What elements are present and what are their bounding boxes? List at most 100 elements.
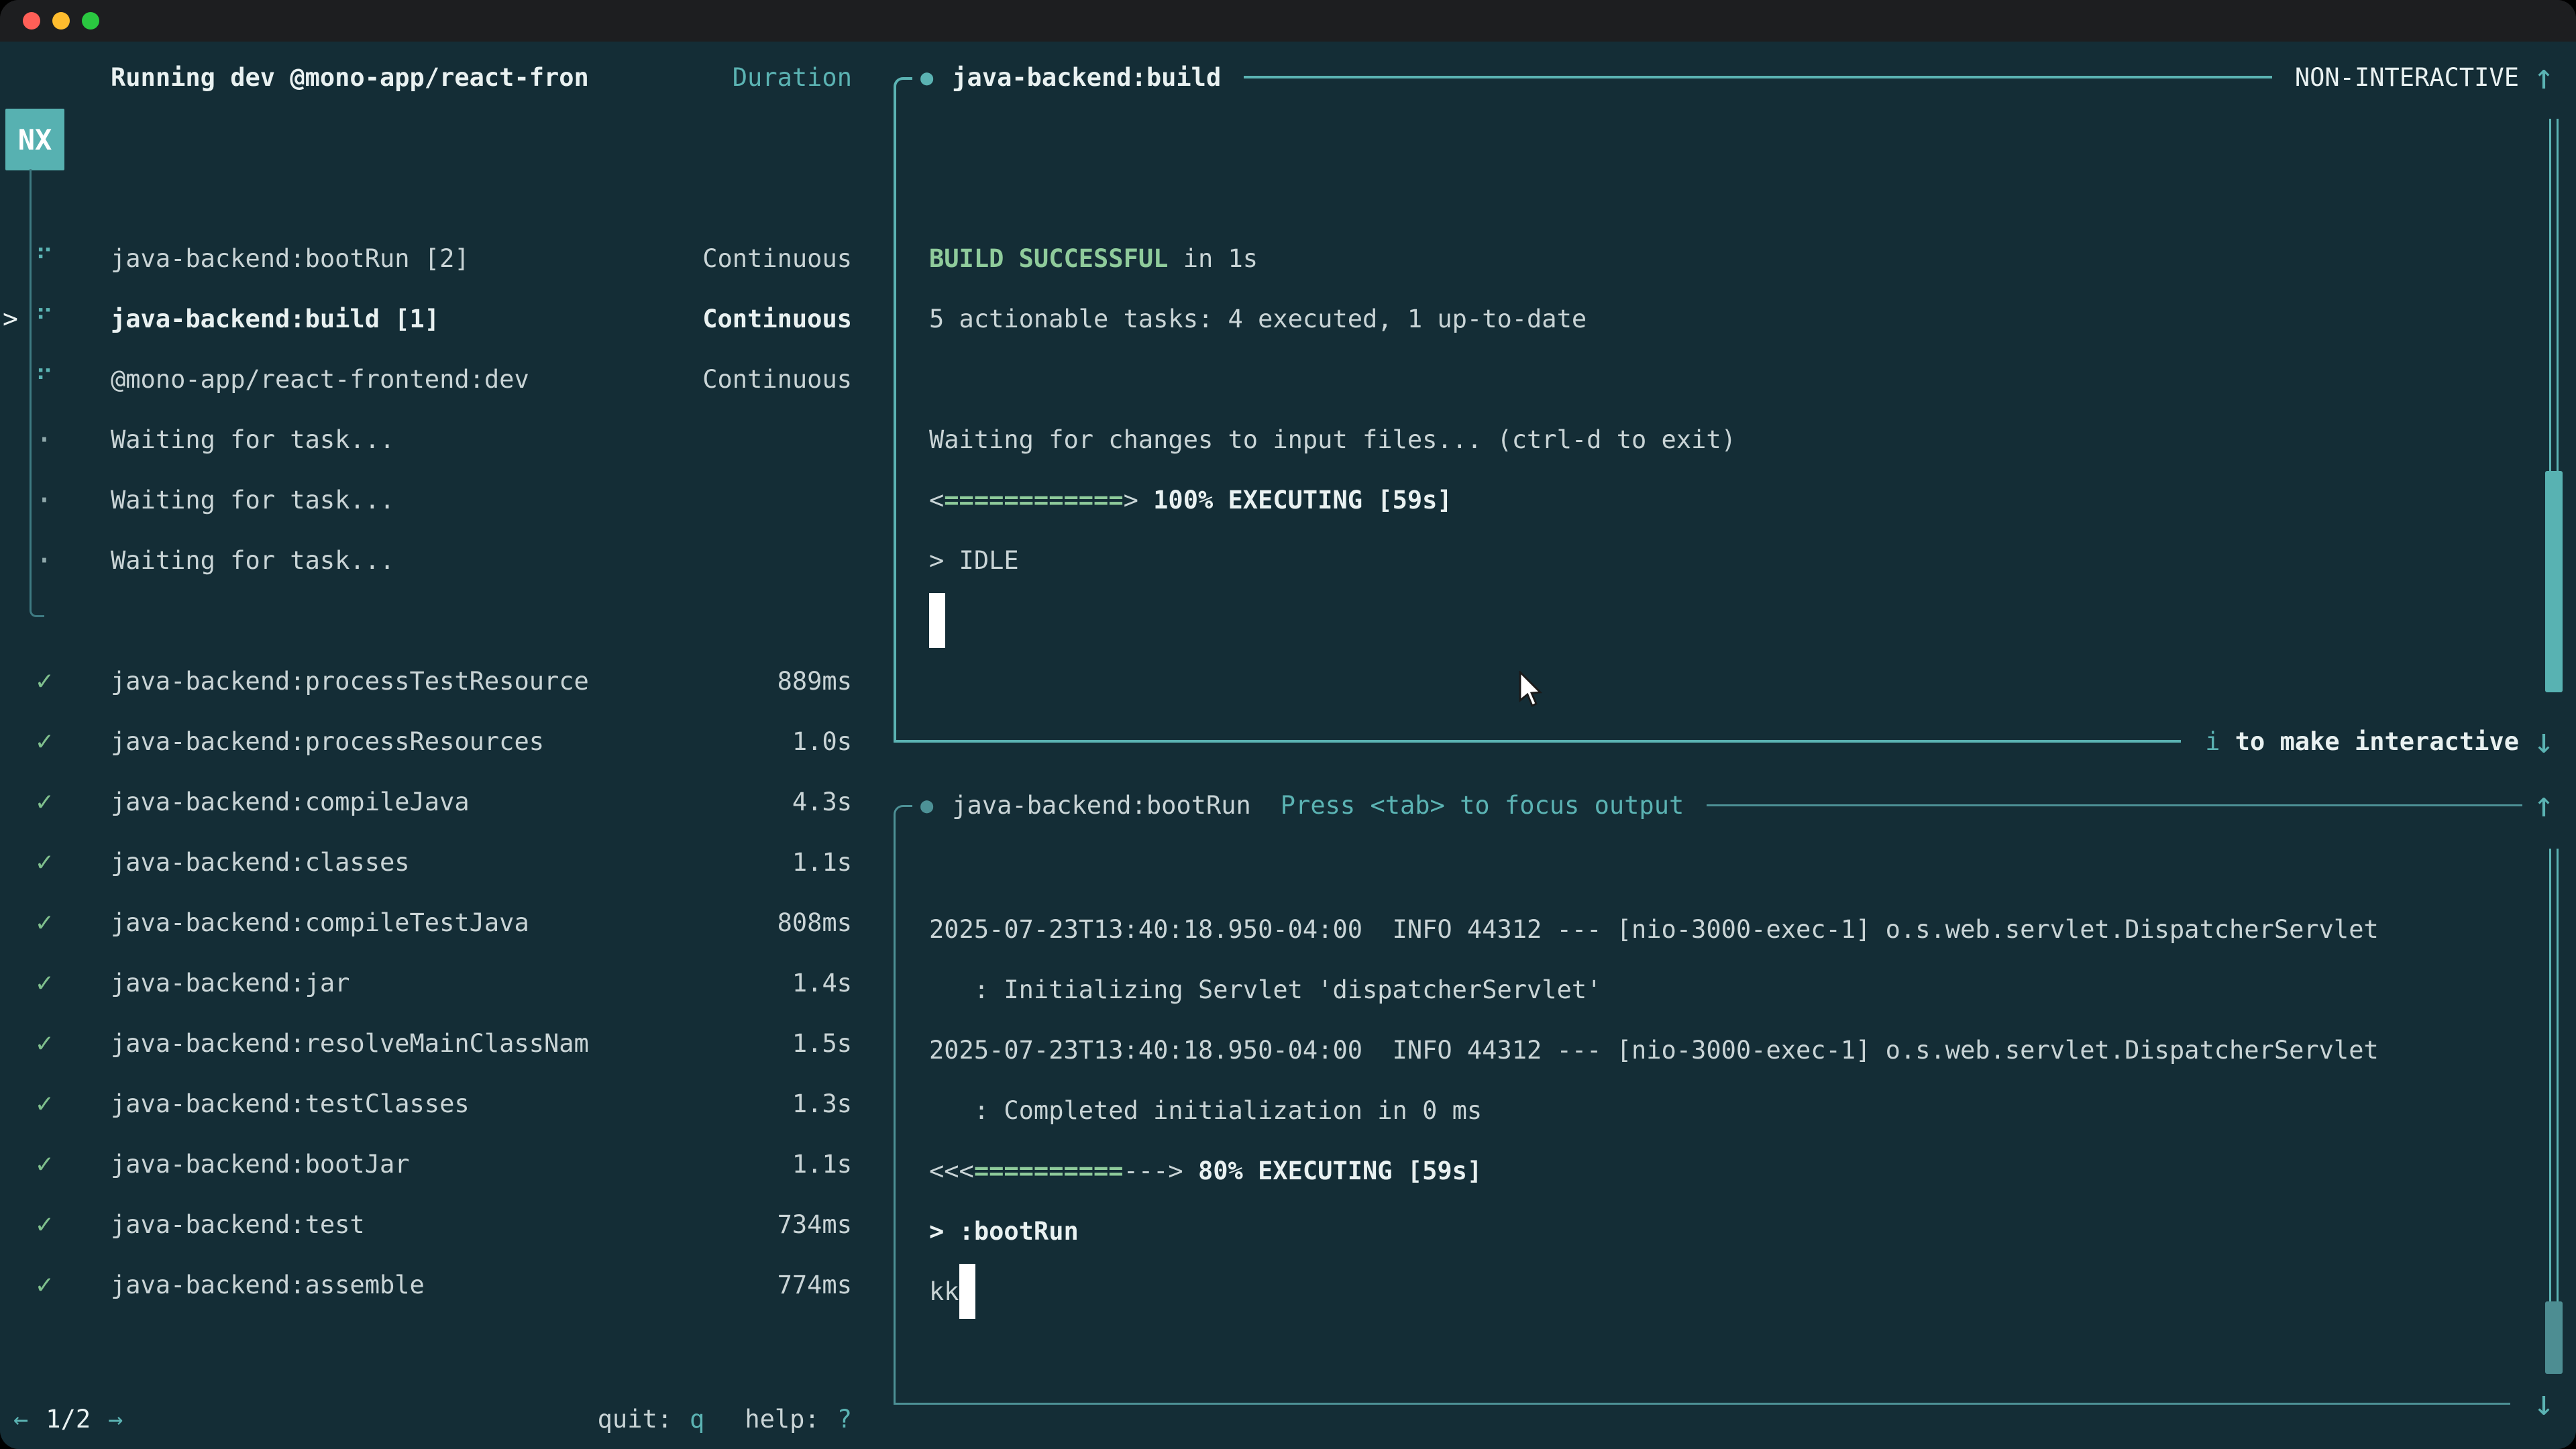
- task-duration: 1.0s: [792, 727, 852, 756]
- sidebar-footer: ← 1/2 → quit: q help: ?: [0, 1389, 865, 1449]
- output-text: 2025-07-23T13:40:18.950-04:00 INFO 44312…: [929, 915, 2379, 944]
- task-row[interactable]: ✓java-backend:classes1.1s: [0, 832, 865, 892]
- sidebar-title: Running dev @mono-app/react-fron: [111, 63, 589, 92]
- task-label: java-backend:testClasses: [111, 1089, 470, 1118]
- output-text: 5 actionable tasks: 4 executed, 1 up-to-…: [929, 305, 1587, 333]
- task-label: java-backend:classes: [111, 848, 410, 877]
- task-row[interactable]: ✓ java-backend:assemble 774ms: [0, 1254, 865, 1315]
- output-line: 5 actionable tasks: 4 executed, 1 up-to-…: [929, 288, 1736, 349]
- task-label: java-backend:processTestResource: [111, 667, 589, 696]
- output-text: kk: [929, 1277, 959, 1306]
- task-row[interactable]: · Waiting for task...: [0, 530, 865, 590]
- spinner-icon: ⠋: [30, 244, 59, 273]
- pending-dot-icon: ·: [30, 421, 59, 458]
- task-label: java-backend:compileTestJava: [111, 908, 529, 937]
- task-duration: 774ms: [777, 1271, 852, 1299]
- titlebar: [0, 0, 2576, 42]
- terminal-cursor: [959, 1264, 975, 1319]
- task-label: java-backend:resolveMainClassNam: [111, 1029, 589, 1058]
- task-label: java-backend:assemble: [111, 1271, 425, 1299]
- task-label: java-backend:test: [111, 1210, 365, 1239]
- task-duration: 1.5s: [792, 1029, 852, 1058]
- output-text: ============: [944, 486, 1123, 515]
- task-row[interactable]: ✓java-backend:compileJava4.3s: [0, 771, 865, 832]
- pane-build-interactive-hint: i to make interactive: [2205, 727, 2519, 756]
- pane-build-header-rule: [1244, 76, 2272, 78]
- pane-bootrun-footer-rule: [894, 1403, 2510, 1405]
- zoom-button[interactable]: [82, 12, 99, 30]
- pane-build-scroll-thumb[interactable]: [2545, 471, 2563, 692]
- running-task-list: ⠋java-backend:bootRun [2]Continuous>⠋jav…: [0, 228, 865, 590]
- output-line: Waiting for changes to input files... (c…: [929, 409, 1736, 470]
- task-label: Waiting for task...: [111, 486, 394, 515]
- close-button[interactable]: [23, 12, 40, 30]
- output-line: [929, 349, 1736, 409]
- pane-bootrun-scroll-up-icon[interactable]: ↑: [2524, 775, 2564, 835]
- pane-bootrun-left-border: [894, 814, 896, 1403]
- task-duration: 1.1s: [792, 848, 852, 877]
- checkmark-icon: ✓: [30, 1088, 59, 1119]
- task-status: Continuous: [702, 305, 852, 333]
- pane-build-scroll-down-icon[interactable]: ↓: [2524, 711, 2564, 771]
- task-row[interactable]: ✓java-backend:jar1.4s: [0, 953, 865, 1013]
- pane-bootrun-status-icon: ●: [920, 792, 933, 818]
- task-row[interactable]: ✓java-backend:compileTestJava808ms: [0, 892, 865, 953]
- output-line: > IDLE: [929, 530, 1736, 590]
- task-row[interactable]: ·Waiting for task...: [0, 409, 865, 470]
- checkmark-icon: ✓: [30, 1028, 59, 1059]
- pane-build-scroll-track[interactable]: [2549, 119, 2559, 471]
- output-text: > :bootRun: [929, 1217, 1079, 1246]
- checkmark-icon: ✓: [30, 1269, 59, 1300]
- page-indicator: 1/2: [46, 1405, 91, 1434]
- pane-build-corner: [894, 77, 912, 99]
- task-row[interactable]: >⠋java-backend:build [1]Continuous: [0, 288, 865, 349]
- terminal-cursor: [929, 593, 945, 648]
- help-hint-label: help:: [745, 1405, 819, 1434]
- pane-build-status-icon: ●: [920, 64, 933, 90]
- task-row[interactable]: ✓ java-backend:resolveMainClassNam 1.5s: [0, 1013, 865, 1073]
- pane-build-mode-badge: NON-INTERACTIVE: [2295, 63, 2519, 92]
- output-text: 80% EXECUTING [59s]: [1183, 1157, 1483, 1185]
- task-row[interactable]: ✓java-backend:test734ms: [0, 1194, 865, 1254]
- output-text: Waiting for changes to input files... (c…: [929, 425, 1736, 454]
- task-row[interactable]: ✓java-backend:processTestResource889ms: [0, 651, 865, 711]
- output-text: 100% EXECUTING [59s]: [1138, 486, 1452, 515]
- pane-bootrun-scroll-thumb[interactable]: [2545, 1301, 2563, 1374]
- task-duration: 1.4s: [792, 969, 852, 998]
- minimize-button[interactable]: [52, 12, 70, 30]
- completed-task-list: ✓java-backend:processTestResource889ms✓j…: [0, 651, 865, 1315]
- interactive-key: i: [2205, 727, 2220, 756]
- spinner-icon: ⠋: [30, 305, 59, 333]
- task-label: java-backend:processResources: [111, 727, 544, 756]
- task-label: Waiting for task...: [111, 546, 394, 575]
- pending-dot-icon: ·: [30, 482, 59, 518]
- task-duration: 734ms: [777, 1210, 852, 1239]
- output-line: 2025-07-23T13:40:18.950-04:00 INFO 44312…: [929, 899, 2379, 959]
- task-row[interactable]: · Waiting for task...: [0, 470, 865, 530]
- output-line: BUILD SUCCESSFUL in 1s: [929, 228, 1736, 288]
- output-text: : Initializing Servlet 'dispatcherServle…: [929, 975, 1601, 1004]
- pane-build-scroll-up-icon[interactable]: ↑: [2524, 47, 2564, 107]
- selected-task-chevron-icon: >: [3, 304, 18, 333]
- output-line: <============> 100% EXECUTING [59s]: [929, 470, 1736, 530]
- page-next-icon[interactable]: →: [108, 1405, 123, 1434]
- task-row[interactable]: ✓ java-backend:processResources 1.0s: [0, 711, 865, 771]
- task-row[interactable]: ✓java-backend:bootJar1.1s: [0, 1134, 865, 1194]
- pending-dot-icon: ·: [30, 542, 59, 578]
- pane-bootrun-scroll-down-icon[interactable]: ↓: [2524, 1373, 2564, 1434]
- page-prev-icon[interactable]: ←: [13, 1405, 28, 1434]
- terminal-window: NX Running dev @mono-app/react-fron Dura…: [0, 0, 2576, 1449]
- checkmark-icon: ✓: [30, 726, 59, 757]
- pane-build-header: ● java-backend:build NON-INTERACTIVE: [920, 47, 2519, 107]
- terminal-screen: NX Running dev @mono-app/react-fron Dura…: [0, 42, 2576, 1449]
- task-row[interactable]: ✓java-backend:testClasses1.3s: [0, 1073, 865, 1134]
- pane-bootrun-scroll-track[interactable]: [2549, 849, 2559, 1301]
- task-row[interactable]: ⠋@mono-app/react-frontend:devContinuous: [0, 349, 865, 409]
- task-row[interactable]: ⠋java-backend:bootRun [2]Continuous: [0, 228, 865, 288]
- quit-hint-label: quit:: [598, 1405, 672, 1434]
- mouse-cursor: [1517, 671, 1547, 708]
- task-label: java-backend:bootRun [2]: [111, 244, 470, 273]
- output-text: --->: [1124, 1157, 1183, 1185]
- output-text: ==========: [974, 1157, 1124, 1185]
- output-text: BUILD SUCCESSFUL: [929, 244, 1168, 273]
